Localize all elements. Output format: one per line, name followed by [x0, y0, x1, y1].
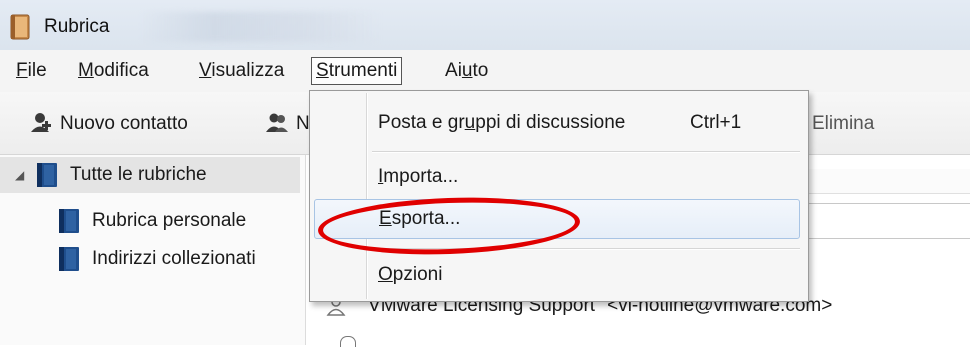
menu-strumenti[interactable]: Strumenti: [311, 57, 403, 85]
sidebar-item-all-books[interactable]: ◢ Tutte le rubriche: [0, 157, 300, 193]
menu-item-options[interactable]: Opzioni: [314, 255, 802, 295]
new-list-label-partial: N: [296, 113, 310, 134]
title-bar: Rubrica: [0, 0, 970, 50]
contact-icon: [340, 336, 356, 347]
add-contact-icon: [31, 113, 51, 132]
sidebar-item-label: Tutte le rubriche: [70, 164, 207, 185]
sidebar-item-label: Indirizzi collezionati: [92, 248, 256, 269]
menu-item-label: Opzioni: [378, 264, 443, 285]
strumenti-dropdown: Posta e gruppi di discussione Ctrl+1 Imp…: [309, 90, 809, 302]
menu-bar: File Modifica Visualizza Strumenti Aiuto: [0, 50, 970, 93]
menu-item-label: Importa...: [378, 166, 459, 187]
delete-button[interactable]: Elimina: [812, 110, 902, 138]
search-input[interactable]: [796, 203, 970, 239]
menu-item-import[interactable]: Importa...: [314, 157, 802, 197]
expand-triangle-icon[interactable]: ◢: [15, 157, 24, 193]
menu-item-mail-news[interactable]: Posta e gruppi di discussione Ctrl+1: [314, 103, 802, 143]
menu-file[interactable]: File: [12, 58, 51, 84]
address-book-icon: [37, 163, 57, 187]
menu-modifica[interactable]: Modifica: [74, 58, 153, 84]
blurred-title-region: [140, 12, 380, 42]
menu-visualizza[interactable]: Visualizza: [195, 58, 288, 84]
sidebar: ◢ Tutte le rubriche Rubrica personale In…: [0, 155, 306, 345]
sidebar-item-collected[interactable]: Indirizzi collezionati: [0, 241, 305, 277]
window-title: Rubrica: [44, 16, 110, 37]
address-book-icon: [59, 247, 79, 271]
new-contact-button[interactable]: Nuovo contatto: [30, 110, 260, 138]
delete-label: Elimina: [812, 113, 875, 134]
sidebar-item-personal[interactable]: Rubrica personale: [0, 203, 300, 239]
menu-aiuto[interactable]: Aiuto: [441, 58, 492, 84]
column-header[interactable]: [796, 169, 970, 194]
menu-item-shortcut: Ctrl+1: [690, 112, 742, 133]
add-list-icon: [266, 113, 288, 132]
sidebar-item-label: Rubrica personale: [92, 210, 247, 231]
menu-separator: [372, 151, 800, 153]
new-contact-label: Nuovo contatto: [60, 113, 188, 134]
address-book-icon: [10, 14, 30, 40]
menu-item-label: Posta e gruppi di discussione: [378, 112, 626, 133]
address-book-icon: [59, 209, 79, 233]
